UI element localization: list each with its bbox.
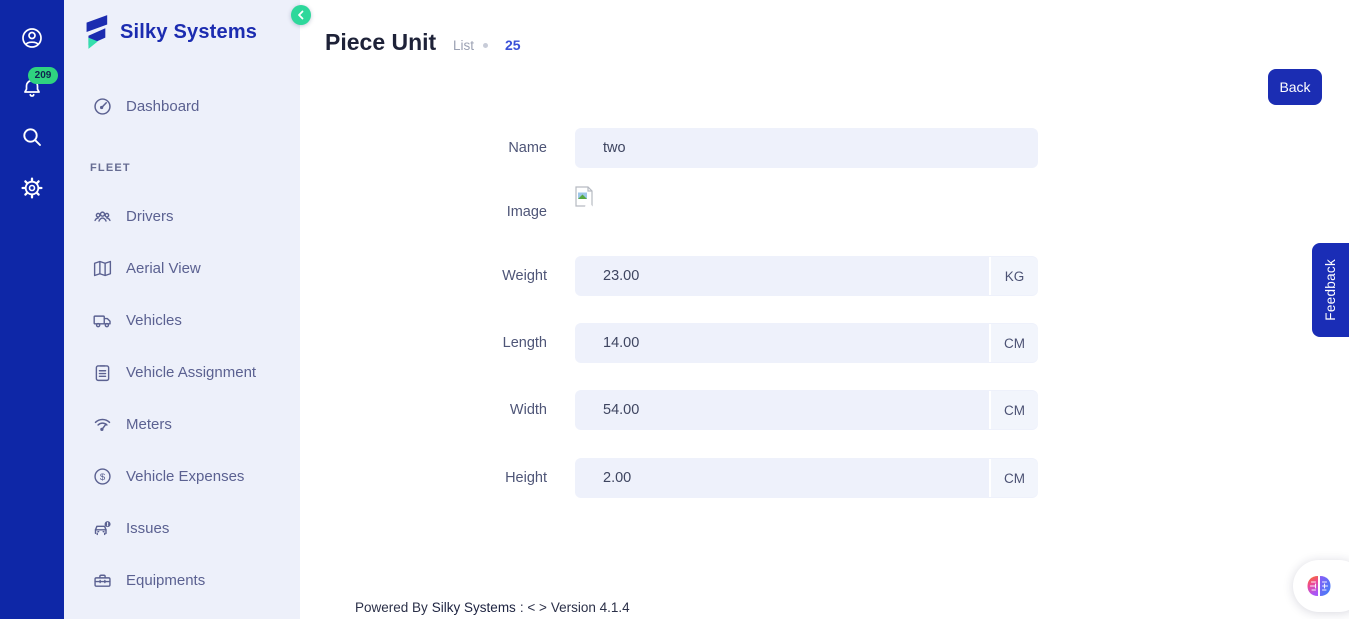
form-row-weight: Weight KG	[300, 256, 1066, 296]
back-button[interactable]: Back	[1268, 69, 1322, 105]
height-unit-suffix: CM	[989, 459, 1038, 497]
field-label: Length	[300, 335, 575, 351]
sidebar-collapse-button[interactable]	[291, 5, 311, 25]
search-icon[interactable]	[20, 125, 44, 149]
form-row-width: Width CM	[300, 390, 1066, 430]
breadcrumb-count: 25	[505, 37, 521, 53]
sidebar-item-label: Equipments	[126, 572, 205, 589]
weight-unit-suffix: KG	[989, 257, 1038, 295]
field-label: Weight	[300, 268, 575, 284]
toolbox-icon	[92, 570, 113, 591]
meter-signal-icon	[92, 414, 113, 435]
sidebar-item-label: Drivers	[126, 208, 174, 225]
brain-icon	[1304, 573, 1334, 599]
sidebar-item-label: Aerial View	[126, 260, 201, 277]
height-input[interactable]	[575, 458, 1038, 498]
feedback-tab[interactable]: Feedback	[1312, 243, 1349, 337]
dashboard-gauge-icon	[92, 96, 113, 117]
sidebar-item-dashboard[interactable]: Dashboard	[64, 80, 300, 132]
svg-text:$: $	[100, 472, 106, 483]
form-row-name: Name	[300, 128, 1066, 168]
clipboard-icon	[92, 362, 113, 383]
breadcrumb: List 25	[453, 37, 521, 53]
drivers-group-icon	[92, 206, 113, 227]
form-row-length: Length CM	[300, 323, 1066, 363]
field-label: Name	[300, 140, 575, 156]
sidebar-item-label: Issues	[126, 520, 169, 537]
length-input[interactable]	[575, 323, 1038, 363]
sidebar-item-label: Vehicle Expenses	[126, 468, 244, 485]
footer-brand-link[interactable]: Silky Systems	[432, 600, 516, 615]
sidebar-item-meters[interactable]: Meters	[64, 398, 300, 450]
breadcrumb-dot	[483, 43, 488, 48]
form-row-image: Image	[300, 192, 1066, 232]
footer-version: Version 4.1.4	[551, 600, 630, 615]
notification-count-badge[interactable]: 209	[28, 67, 58, 84]
assistant-fab[interactable]	[1293, 560, 1349, 612]
sidebar-item-label: Vehicle Assignment	[126, 364, 256, 381]
sidebar-item-aerial-view[interactable]: Aerial View	[64, 242, 300, 294]
footer-powered-by: Powered By	[355, 600, 428, 615]
sidebar-item-label: Vehicles	[126, 312, 182, 329]
form-row-height: Height CM	[300, 458, 1066, 498]
name-input[interactable]	[575, 128, 1038, 168]
brand-header[interactable]: Silky Systems	[64, 0, 300, 50]
sidebar-nav: Dashboard FLEET Drivers Aerial View Vehi…	[64, 80, 300, 606]
sidebar-item-label: Dashboard	[126, 98, 199, 115]
broken-image-icon	[575, 186, 593, 207]
field-label: Image	[300, 204, 575, 220]
sidebar-section-fleet: FLEET	[64, 146, 300, 190]
page-title: Piece Unit	[325, 29, 436, 56]
truck-icon	[92, 310, 113, 331]
sidebar-item-drivers[interactable]: Drivers	[64, 190, 300, 242]
sidebar-item-label: Meters	[126, 416, 172, 433]
width-unit-suffix: CM	[989, 391, 1038, 429]
map-icon	[92, 258, 113, 279]
weight-input[interactable]	[575, 256, 1038, 296]
footer-separator: : < >	[520, 600, 547, 615]
car-alert-icon	[92, 518, 113, 539]
brand-title: Silky Systems	[120, 21, 257, 44]
width-input[interactable]	[575, 390, 1038, 430]
footer: Powered By Silky Systems : < > Version 4…	[355, 600, 630, 615]
sidebar-item-issues[interactable]: Issues	[64, 502, 300, 554]
brand-logo-icon	[80, 13, 110, 51]
breadcrumb-list[interactable]: List	[453, 38, 474, 53]
sidebar-item-vehicle-assignment[interactable]: Vehicle Assignment	[64, 346, 300, 398]
sidebar-item-vehicle-expenses[interactable]: $ Vehicle Expenses	[64, 450, 300, 502]
icon-rail: 209	[0, 0, 64, 619]
field-label: Height	[300, 470, 575, 486]
feedback-label: Feedback	[1323, 259, 1338, 321]
sidebar: Silky Systems Dashboard FLEET Drivers Ae…	[64, 0, 300, 619]
settings-gear-icon[interactable]	[20, 176, 44, 200]
field-label: Width	[300, 402, 575, 418]
chevron-left-icon	[296, 10, 306, 20]
length-unit-suffix: CM	[989, 324, 1038, 362]
sidebar-item-vehicles[interactable]: Vehicles	[64, 294, 300, 346]
account-icon[interactable]	[20, 26, 44, 50]
main-content: Piece Unit List 25 Back Name Image Weigh…	[300, 0, 1349, 619]
sidebar-item-equipments[interactable]: Equipments	[64, 554, 300, 606]
dollar-circle-icon: $	[92, 466, 113, 487]
